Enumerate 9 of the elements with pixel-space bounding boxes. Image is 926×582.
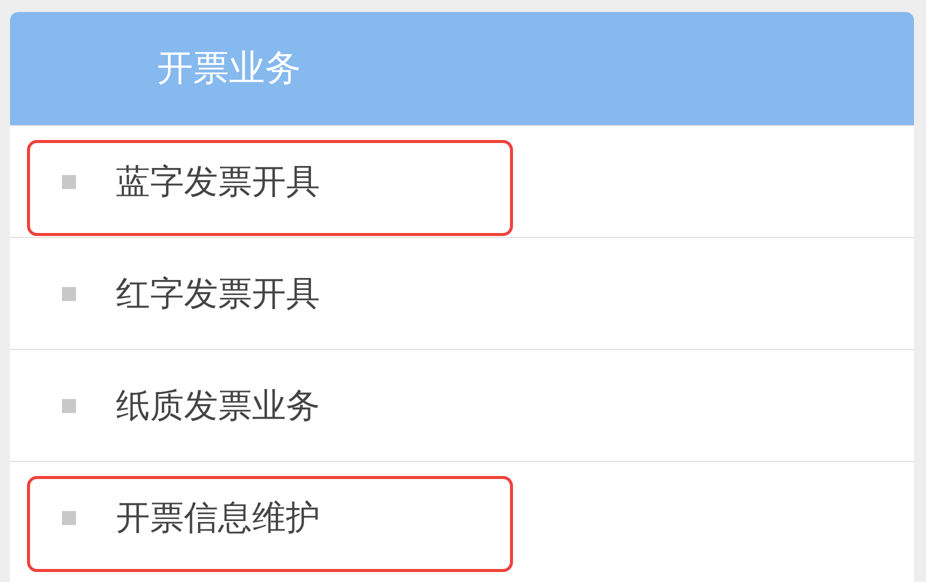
bullet-icon [62,174,76,188]
menu-item-label[interactable]: 纸质发票业务 [116,382,320,428]
bullet-icon [62,510,76,524]
menu-header: 开票业务 [10,12,914,125]
menu-item-label[interactable]: 开票信息维护 [116,494,320,540]
menu-item-label[interactable]: 蓝字发票开具 [116,158,320,204]
menu-item-label[interactable]: 红字发票开具 [116,270,320,316]
bullet-icon [62,286,76,300]
bullet-icon [62,398,76,412]
